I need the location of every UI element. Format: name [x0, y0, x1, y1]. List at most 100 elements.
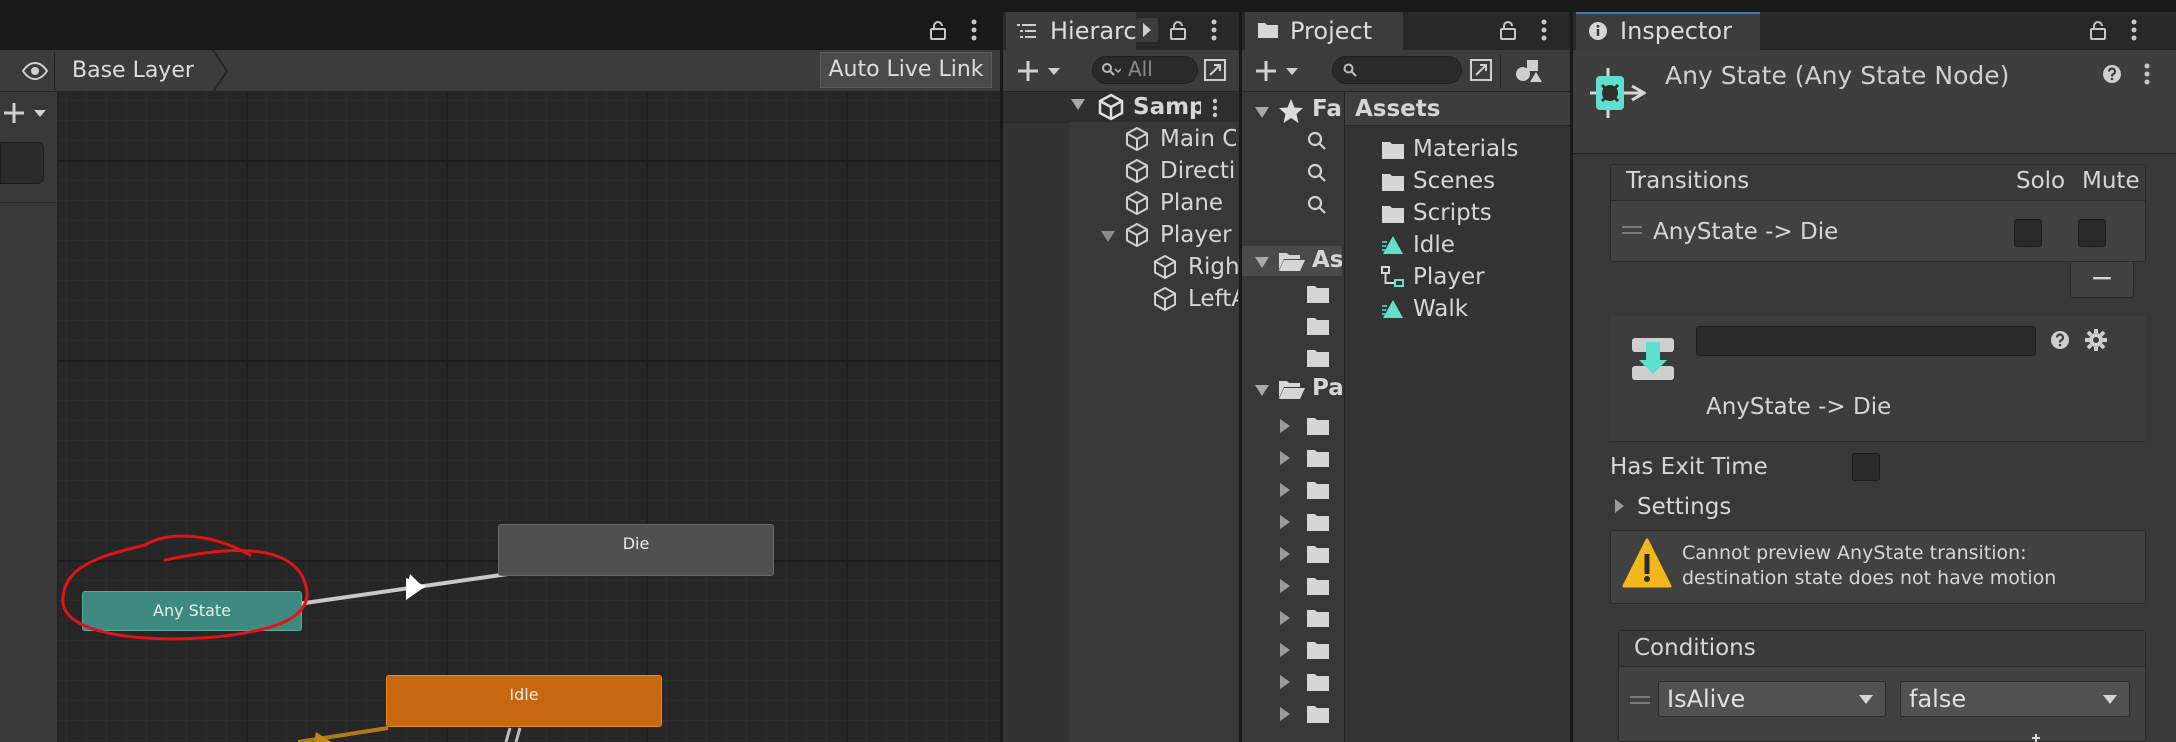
help-icon[interactable]: [2050, 330, 2070, 350]
search-icon: [1306, 162, 1328, 184]
folder-icon: [1306, 672, 1330, 692]
asset-scripts[interactable]: Scripts: [1413, 200, 1492, 226]
collapsed-arrow-icon[interactable]: [1278, 514, 1292, 530]
hierarchy-item-player[interactable]: Player: [1160, 222, 1236, 248]
expand-arrow-icon[interactable]: [1070, 96, 1086, 112]
collapsed-arrow-icon[interactable]: [1278, 578, 1292, 594]
toolbar-divider: [1500, 54, 1501, 88]
more-menu-icon[interactable]: [1532, 18, 1556, 42]
expand-arrow-icon[interactable]: [1254, 104, 1270, 120]
hierarchy-item-plane[interactable]: Plane: [1160, 190, 1223, 216]
layer-name-field[interactable]: [0, 142, 44, 184]
expand-arrow-icon[interactable]: [1254, 254, 1270, 270]
collapsed-arrow-icon[interactable]: [1278, 546, 1292, 562]
create-button[interactable]: [1014, 56, 1064, 86]
hierarchy-item-left[interactable]: LeftA: [1188, 286, 1238, 312]
hierarchy-item-scene[interactable]: Samp: [1133, 94, 1201, 120]
asset-scenes[interactable]: Scenes: [1413, 168, 1495, 194]
filter-by-type-icon[interactable]: [1514, 56, 1544, 86]
transition-label: AnyState -> Die: [1706, 394, 1892, 420]
folder-icon: [1306, 416, 1330, 436]
left-edge-label: [0, 56, 12, 86]
transition-row-label[interactable]: AnyState -> Die: [1653, 219, 1838, 245]
folder-icon: [1306, 640, 1330, 660]
asset-walk[interactable]: Walk: [1413, 296, 1468, 322]
state-node-die[interactable]: Die: [498, 524, 774, 576]
warning-icon: [1622, 538, 1672, 590]
toolbar-divider: [54, 52, 55, 90]
hierarchy-item-directional-light[interactable]: Directio: [1160, 158, 1236, 184]
search-icon: [1306, 130, 1328, 152]
search-icon: [1100, 60, 1122, 80]
solo-checkbox[interactable]: [2014, 219, 2042, 247]
has-exit-time-checkbox[interactable]: [1852, 453, 1880, 481]
folder-icon: [1306, 284, 1330, 304]
gameobject-icon: [1124, 158, 1150, 184]
animator-layers-panel: [0, 92, 58, 742]
more-menu-icon[interactable]: [2140, 62, 2154, 86]
foldout-arrow-icon[interactable]: [1613, 498, 1625, 514]
chevron-right-icon[interactable]: [1136, 18, 1158, 42]
transition-icon: [1630, 336, 1676, 382]
folder-icon: [1306, 576, 1330, 596]
expand-arrow-icon[interactable]: [1254, 382, 1270, 398]
lock-icon[interactable]: [1496, 18, 1520, 42]
any-state-node-icon: [1586, 62, 1646, 122]
gameobject-icon: [1124, 190, 1150, 216]
scene-visibility-icon[interactable]: [1202, 56, 1228, 84]
collapsed-arrow-icon[interactable]: [1278, 674, 1292, 690]
hierarchy-item-main-camera[interactable]: Main C: [1160, 126, 1236, 152]
condition-value-dropdown[interactable]: false: [1900, 681, 2130, 717]
collapsed-arrow-icon[interactable]: [1278, 706, 1292, 722]
open-folder-icon: [1278, 378, 1306, 400]
lock-icon[interactable]: [2086, 18, 2110, 42]
asset-player[interactable]: Player: [1413, 264, 1485, 290]
help-icon[interactable]: [2102, 64, 2122, 84]
scene-visibility-icon[interactable]: [1468, 56, 1494, 84]
collapsed-arrow-icon[interactable]: [1278, 610, 1292, 626]
asset-idle[interactable]: Idle: [1413, 232, 1455, 258]
condition-parameter-dropdown[interactable]: IsAlive: [1658, 681, 1886, 717]
more-menu-icon[interactable]: [962, 18, 986, 42]
auto-live-link-button[interactable]: Auto Live Link: [820, 52, 992, 88]
drag-handle-icon[interactable]: [1622, 225, 1642, 235]
animator-controller-icon: [1381, 266, 1405, 288]
more-menu-icon[interactable]: [1208, 96, 1222, 120]
more-menu-icon[interactable]: [1202, 18, 1226, 42]
state-node-idle[interactable]: Idle: [386, 675, 662, 727]
animation-clip-icon: [1381, 298, 1405, 320]
drag-handle-icon[interactable]: [1630, 695, 1650, 705]
hierarchy-item-right[interactable]: Righ: [1188, 254, 1238, 280]
more-menu-icon[interactable]: [2122, 18, 2146, 42]
create-button[interactable]: [1252, 56, 1302, 86]
asset-materials[interactable]: Materials: [1413, 136, 1518, 162]
tree-packages[interactable]: Pa: [1312, 375, 1342, 401]
collapsed-arrow-icon[interactable]: [1278, 450, 1292, 466]
expand-arrow-icon[interactable]: [1100, 228, 1116, 244]
folder-icon: [1306, 448, 1330, 468]
breadcrumb-base-layer[interactable]: Base Layer: [58, 52, 208, 90]
add-condition-icon[interactable]: [2030, 730, 2042, 742]
collapsed-arrow-icon[interactable]: [1278, 418, 1292, 434]
lock-icon[interactable]: [926, 18, 950, 42]
mute-checkbox[interactable]: [2078, 219, 2106, 247]
tree-assets[interactable]: As: [1312, 247, 1342, 273]
gear-icon[interactable]: [2084, 328, 2108, 352]
transition-name-field[interactable]: [1696, 326, 2036, 356]
add-parameter-button[interactable]: [0, 98, 50, 128]
eye-icon[interactable]: [20, 56, 50, 86]
conditions-header: Conditions: [1634, 635, 1756, 661]
folder-icon: [1306, 544, 1330, 564]
collapsed-arrow-icon[interactable]: [1278, 482, 1292, 498]
lock-icon[interactable]: [1166, 18, 1190, 42]
panel-divider: [0, 202, 58, 203]
collapsed-arrow-icon[interactable]: [1278, 642, 1292, 658]
tree-favorites[interactable]: Fa: [1312, 96, 1342, 122]
breadcrumb-arrow: [212, 50, 234, 92]
project-assets-list: Assets Materials Scenes Scripts Idle Pla…: [1344, 92, 1571, 742]
solo-header: Solo: [2016, 168, 2066, 194]
settings-foldout[interactable]: Settings: [1637, 494, 1731, 520]
remove-transition-button[interactable]: −: [2070, 262, 2134, 298]
gutter-divider: [1003, 122, 1069, 123]
star-icon: [1278, 98, 1304, 124]
